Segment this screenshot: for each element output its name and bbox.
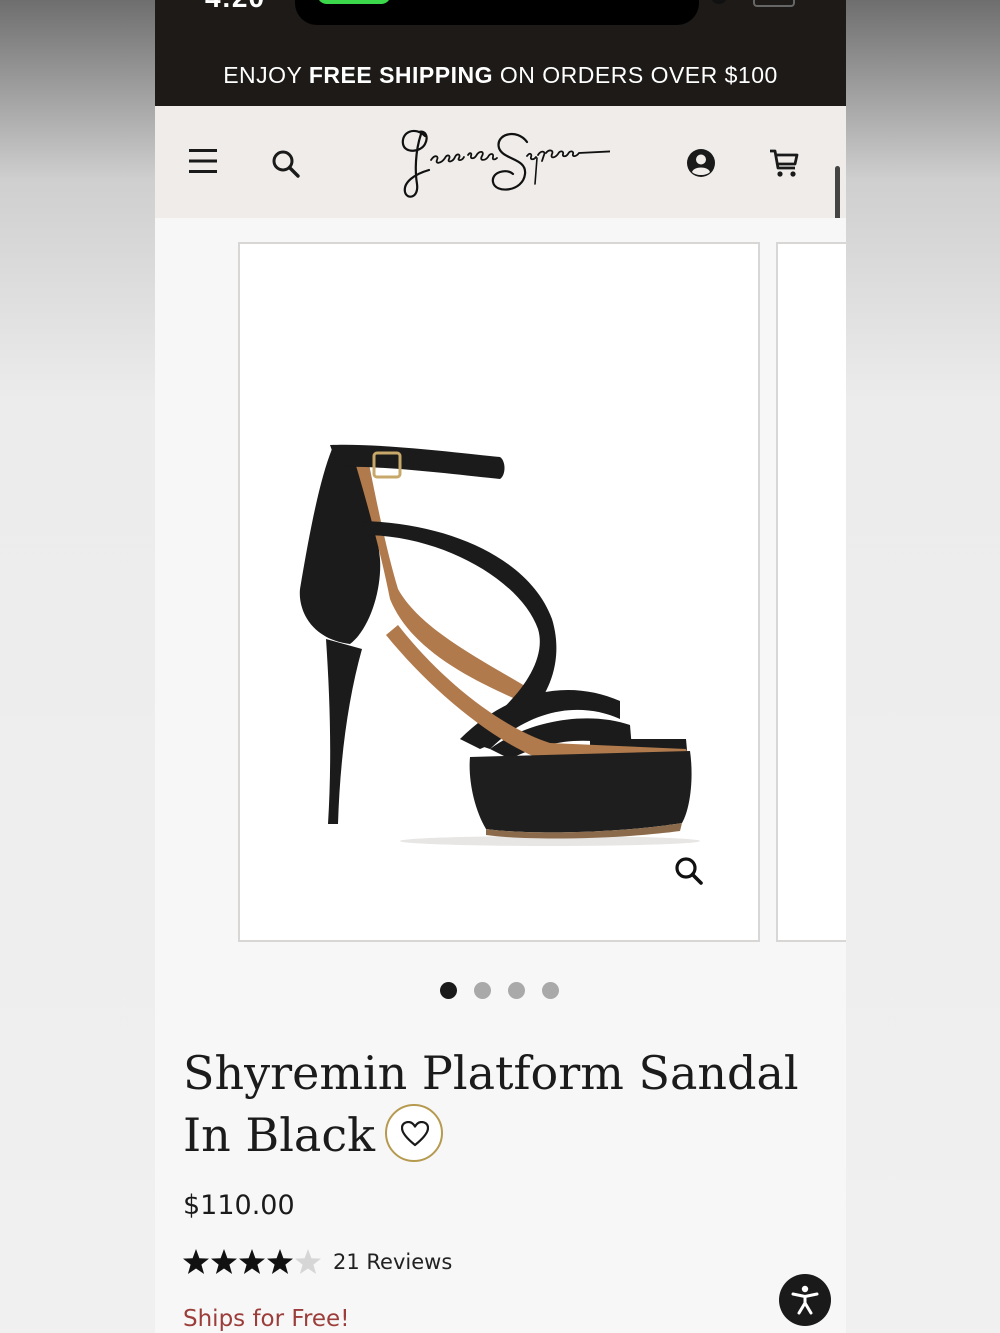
gallery-dot[interactable]: [440, 982, 457, 999]
promo-banner[interactable]: ENJOY FREE SHIPPING ON ORDERS OVER $100: [155, 40, 846, 106]
product-price: $110.00: [183, 1190, 295, 1221]
star-rating-icon: [183, 1249, 321, 1274]
sandal-image: [299, 444, 700, 846]
menu-icon[interactable]: [187, 146, 219, 176]
active-call-indicator: [317, 0, 391, 4]
product-title: Shyremin Platform Sandal In Black: [183, 1042, 803, 1168]
shipping-note: Ships for Free!: [183, 1306, 350, 1332]
dynamic-island: [295, 0, 699, 25]
phone-screen: 4:20 ENJOY FREE SHIPPING ON ORDERS OVER …: [155, 0, 846, 1333]
review-count-link[interactable]: 21 Reviews: [333, 1250, 452, 1274]
product-title-text: Shyremin Platform Sandal In Black: [183, 1046, 799, 1162]
search-icon[interactable]: [271, 149, 301, 179]
site-header: [155, 106, 846, 304]
battery-icon: [753, 0, 795, 7]
promo-prefix: ENJOY: [223, 62, 309, 88]
gallery-pagination: [155, 982, 846, 1002]
cart-icon[interactable]: [768, 148, 800, 178]
zoom-icon[interactable]: [674, 856, 704, 886]
next-product-image[interactable]: [776, 242, 846, 942]
heart-icon: [401, 1121, 429, 1147]
wishlist-button[interactable]: [385, 1104, 443, 1162]
status-time: 4:20: [205, 0, 265, 14]
product-image[interactable]: [238, 242, 760, 942]
brand-logo[interactable]: [395, 122, 610, 202]
gallery-dot[interactable]: [474, 982, 491, 999]
signal-icon: [712, 0, 726, 4]
gallery-dot[interactable]: [508, 982, 525, 999]
product-gallery[interactable]: [155, 218, 846, 958]
accessibility-button[interactable]: [779, 1274, 831, 1326]
promo-highlight: FREE SHIPPING: [308, 62, 493, 88]
account-icon[interactable]: [686, 148, 716, 178]
gallery-dot[interactable]: [542, 982, 559, 999]
promo-suffix: ON ORDERS OVER $100: [493, 62, 778, 88]
status-bar: 4:20: [155, 0, 846, 40]
accessibility-icon: [791, 1285, 819, 1315]
